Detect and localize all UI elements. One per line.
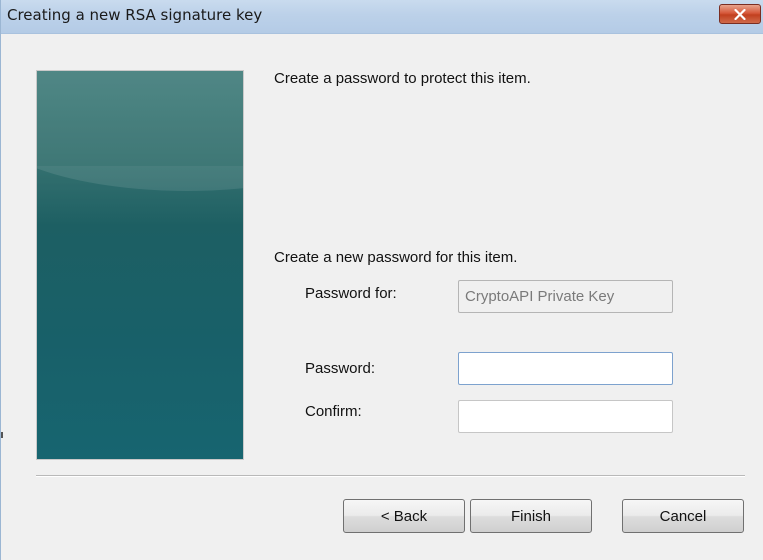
password-input[interactable]: [458, 352, 673, 385]
password-label: Password:: [305, 360, 376, 377]
page-heading: Create a password to protect this item.: [274, 70, 531, 87]
close-icon: [734, 8, 746, 20]
button-divider: [36, 475, 745, 477]
cancel-button[interactable]: Cancel: [622, 499, 744, 533]
finish-button[interactable]: Finish: [470, 499, 592, 533]
dialog-window: Creating a new RSA signature key Create …: [0, 0, 763, 560]
window-title: Creating a new RSA signature key: [7, 6, 263, 24]
confirm-label: Confirm:: [305, 403, 362, 420]
close-button[interactable]: [719, 4, 761, 24]
section-heading: Create a new password for this item.: [274, 249, 518, 266]
confirm-password-input[interactable]: [458, 400, 673, 433]
wizard-side-image: [36, 70, 244, 460]
edge-mark: [1, 432, 3, 438]
back-button[interactable]: < Back: [343, 499, 465, 533]
password-for-field: CryptoAPI Private Key: [458, 280, 673, 313]
side-image-shade: [37, 166, 243, 226]
title-bar[interactable]: Creating a new RSA signature key: [1, 0, 763, 34]
password-for-label: Password for:: [305, 285, 397, 302]
